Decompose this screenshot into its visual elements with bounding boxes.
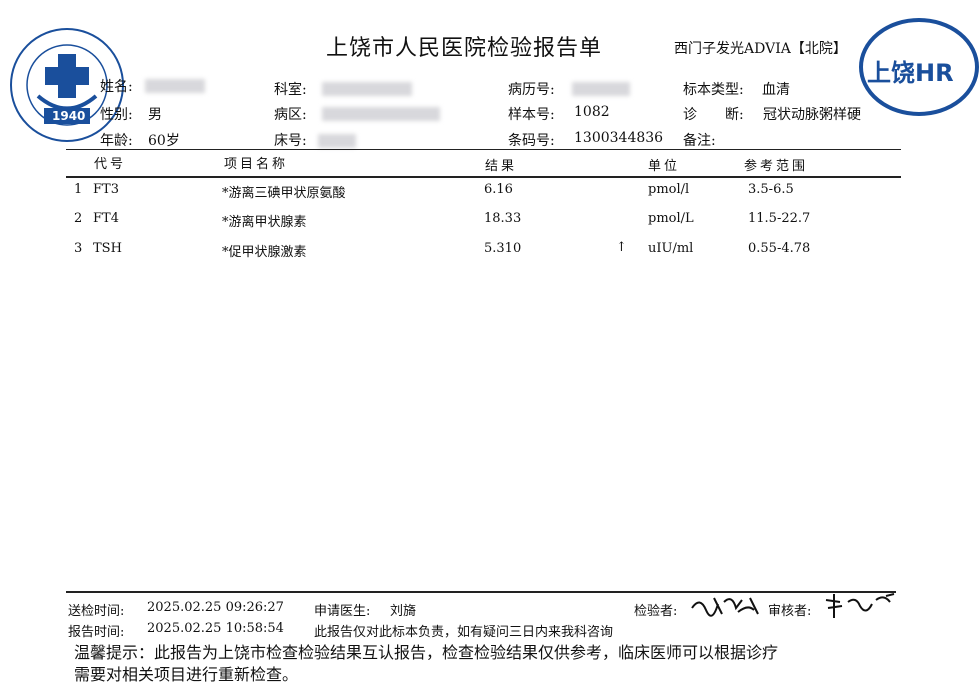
report-time-value: 2025.02.25 10:58:54 (147, 621, 284, 636)
table-top-line (66, 149, 901, 150)
row-unit: pmol/l (648, 182, 690, 197)
row-name: *游离甲状腺素 (222, 215, 307, 230)
row-index: 1 (74, 182, 83, 197)
record-label: 病历号: (508, 82, 555, 98)
table-header-line (66, 176, 901, 178)
row-result: 6.16 (484, 182, 513, 197)
specimen-value: 血清 (762, 82, 790, 98)
col-name: 项目名称 (224, 157, 289, 172)
row-code: TSH (93, 241, 122, 256)
bed-label: 床号: (274, 133, 307, 149)
doctor-label: 申请医生: (314, 604, 371, 619)
diagnosis-label: 诊 断: (683, 107, 744, 123)
age-value: 60岁 (148, 133, 180, 149)
row-name: *促甲状腺激素 (222, 245, 307, 260)
age-label: 年龄: (100, 133, 133, 149)
gender-label: 性别: (100, 107, 133, 123)
row-index: 3 (74, 241, 83, 256)
bed-redacted (318, 134, 356, 148)
sample-value: 1082 (574, 104, 610, 120)
logo-year: 1940 (52, 109, 86, 123)
reviewer-label: 审核者: (768, 604, 812, 619)
row-range: 3.5-6.5 (748, 182, 794, 197)
gender-value: 男 (148, 107, 162, 123)
row-index: 2 (74, 211, 83, 226)
row-name: *游离三碘甲状原氨酸 (222, 186, 346, 201)
sample-label: 样本号: (508, 107, 555, 123)
row-range: 0.55-4.78 (748, 241, 811, 256)
send-time-label: 送检时间: (68, 604, 125, 619)
row-flag: ↑ (616, 240, 627, 255)
tip-line-1: 温馨提示：此报告为上饶市检查检验结果互认报告，检查检验结果仅供参考，临床医师可以… (74, 643, 779, 662)
note-label: 备注: (683, 133, 716, 149)
row-unit: uIU/ml (648, 241, 694, 256)
report-time-label: 报告时间: (68, 625, 125, 640)
name-redacted (145, 79, 205, 93)
col-unit: 单位 (648, 159, 681, 174)
footer-line (66, 591, 896, 593)
record-redacted (572, 82, 630, 96)
diagnosis-value: 冠状动脉粥样硬 (763, 107, 861, 123)
row-code: FT4 (93, 211, 119, 226)
barcode-label: 条码号: (508, 133, 555, 149)
disclaimer: 此报告仅对此标本负责，如有疑问三日内来我科咨询 (314, 625, 614, 640)
col-code: 代号 (94, 157, 127, 172)
tip-line-2: 需要对相关项目进行重新检查。 (74, 665, 299, 684)
row-result: 18.33 (484, 211, 522, 226)
tester-signature (688, 590, 768, 620)
col-range: 参考范围 (744, 159, 809, 174)
hr-logo: 上饶HR (853, 17, 979, 117)
ward-label: 病区: (274, 107, 307, 123)
row-code: FT3 (93, 182, 119, 197)
row-range: 11.5-22.7 (748, 211, 811, 226)
name-label: 姓名: (100, 79, 133, 95)
row-result: 5.310 (484, 241, 522, 256)
doctor-value: 刘旖 (390, 604, 417, 619)
send-time-value: 2025.02.25 09:26:27 (147, 600, 284, 615)
hr-logo-text: 上饶HR (867, 59, 954, 87)
specimen-label: 标本类型: (683, 82, 744, 98)
dept-redacted (322, 82, 412, 96)
reviewer-signature (820, 590, 900, 620)
dept-label: 科室: (274, 82, 307, 98)
barcode-value: 1300344836 (574, 130, 664, 146)
device-label: 西门子发光ADVIA【北院】 (674, 41, 847, 57)
report-title: 上饶市人民医院检验报告单 (326, 36, 603, 61)
col-result: 结果 (485, 159, 518, 174)
tester-label: 检验者: (634, 604, 678, 619)
row-unit: pmol/L (648, 211, 694, 226)
ward-redacted (322, 107, 440, 121)
